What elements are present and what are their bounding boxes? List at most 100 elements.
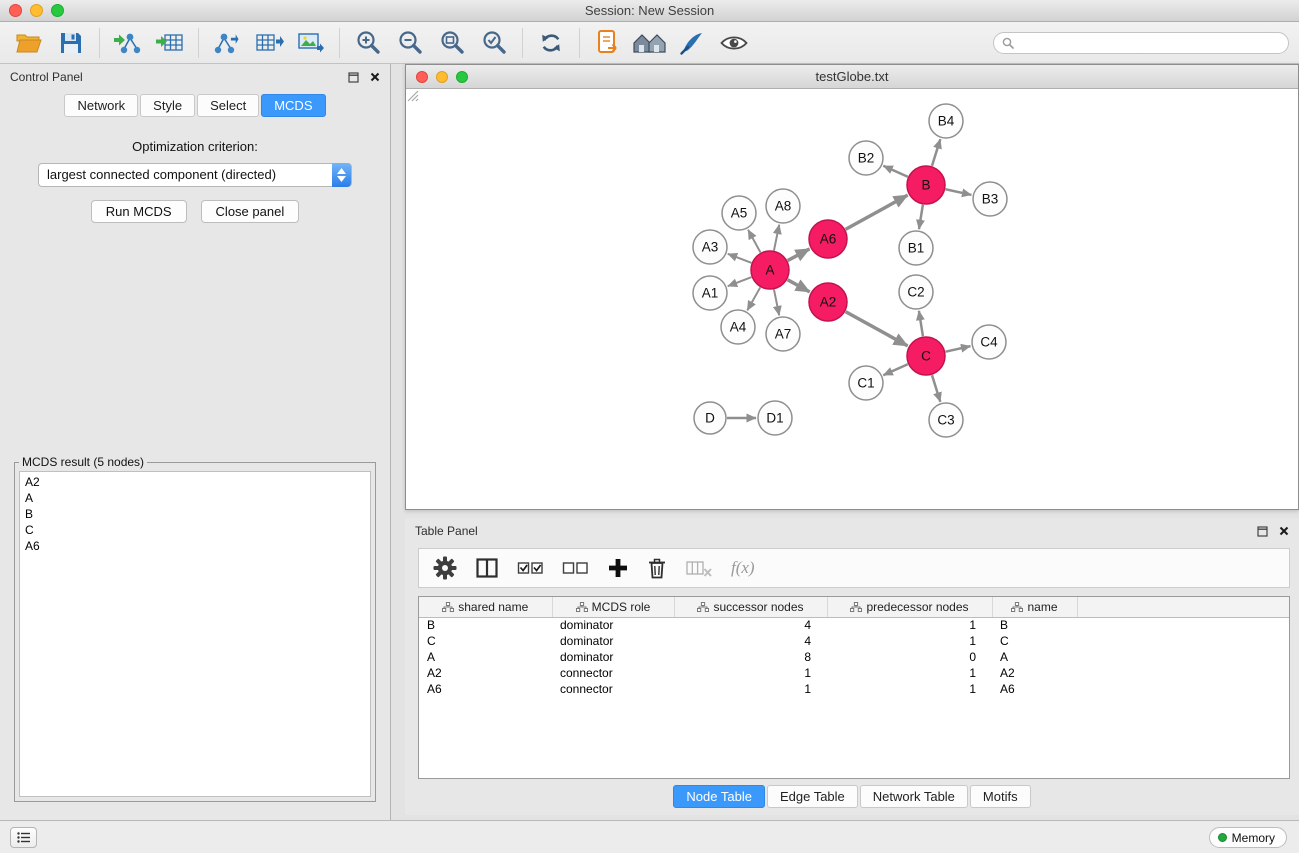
table-cell[interactable]: C bbox=[992, 633, 1077, 649]
save-icon[interactable] bbox=[50, 25, 92, 61]
tab-select[interactable]: Select bbox=[197, 94, 259, 117]
network-maximize-icon[interactable] bbox=[456, 71, 468, 83]
memory-button[interactable]: Memory bbox=[1209, 827, 1287, 848]
graph-edge-A-A1[interactable] bbox=[728, 277, 752, 286]
column-header[interactable]: successor nodes bbox=[674, 597, 827, 617]
table-row[interactable]: Adominator80A bbox=[419, 649, 1289, 665]
mcds-result-item[interactable]: A2 bbox=[20, 474, 370, 490]
table-cell[interactable]: 1 bbox=[827, 617, 992, 633]
table-cell[interactable]: dominator bbox=[552, 633, 674, 649]
network-canvas[interactable]: B4B2BB3A5A8A6B1A3AC2A1A2A4A7C4CC1C3DD1 bbox=[406, 89, 1298, 509]
column-header[interactable]: predecessor nodes bbox=[827, 597, 992, 617]
network-window-titlebar[interactable]: testGlobe.txt bbox=[406, 65, 1298, 89]
table-cell[interactable]: B bbox=[419, 617, 552, 633]
export-network-icon[interactable] bbox=[206, 25, 248, 61]
graph-edge-A6-B[interactable] bbox=[846, 195, 908, 229]
table-cell[interactable]: A2 bbox=[419, 665, 552, 681]
graph-edge-A-A8[interactable] bbox=[774, 225, 779, 251]
table-cell[interactable]: A6 bbox=[419, 681, 552, 697]
import-network-icon[interactable] bbox=[107, 25, 149, 61]
table-cell[interactable]: A6 bbox=[992, 681, 1077, 697]
export-table-icon[interactable] bbox=[248, 25, 290, 61]
minimize-window-icon[interactable] bbox=[30, 4, 43, 17]
zoom-out-icon[interactable] bbox=[389, 25, 431, 61]
table-cell[interactable]: dominator bbox=[552, 649, 674, 665]
eye-icon[interactable] bbox=[713, 25, 755, 61]
table-cell[interactable]: 0 bbox=[827, 649, 992, 665]
mcds-result-list[interactable]: A2ABCA6 bbox=[19, 471, 371, 797]
graph-edge-B-B3[interactable] bbox=[946, 189, 972, 195]
mcds-result-item[interactable]: B bbox=[20, 506, 370, 522]
close-window-icon[interactable] bbox=[9, 4, 22, 17]
network-view-icon[interactable] bbox=[587, 25, 629, 61]
network-close-icon[interactable] bbox=[416, 71, 428, 83]
tab-motifs[interactable]: Motifs bbox=[970, 785, 1031, 808]
graph-edge-A-A3[interactable] bbox=[728, 254, 752, 263]
tab-mcds[interactable]: MCDS bbox=[261, 94, 325, 117]
table-cell[interactable]: A2 bbox=[992, 665, 1077, 681]
graph-edge-A-A4[interactable] bbox=[747, 287, 760, 310]
table-cell[interactable]: 1 bbox=[674, 665, 827, 681]
add-row-icon[interactable] bbox=[607, 557, 629, 579]
table-cell[interactable]: dominator bbox=[552, 617, 674, 633]
mcds-result-item[interactable]: C bbox=[20, 522, 370, 538]
node-table[interactable]: shared nameMCDS rolesuccessor nodesprede… bbox=[418, 596, 1290, 779]
mcds-result-item[interactable]: A6 bbox=[20, 538, 370, 554]
delete-row-icon[interactable] bbox=[647, 556, 667, 580]
tab-node-table[interactable]: Node Table bbox=[673, 785, 765, 808]
table-cell[interactable]: 1 bbox=[674, 681, 827, 697]
table-cell[interactable]: 8 bbox=[674, 649, 827, 665]
tab-network[interactable]: Network bbox=[64, 94, 138, 117]
export-image-icon[interactable] bbox=[290, 25, 332, 61]
zoom-selected-icon[interactable] bbox=[473, 25, 515, 61]
table-cell[interactable]: 1 bbox=[827, 633, 992, 649]
table-row[interactable]: A6connector11A6 bbox=[419, 681, 1289, 697]
graph-edge-A-A6[interactable] bbox=[788, 249, 810, 261]
table-cell[interactable]: 4 bbox=[674, 633, 827, 649]
maximize-window-icon[interactable] bbox=[51, 4, 64, 17]
columns-icon[interactable] bbox=[475, 557, 499, 579]
graph-edge-A-A7[interactable] bbox=[774, 290, 779, 316]
column-header[interactable]: MCDS role bbox=[552, 597, 674, 617]
zoom-fit-icon[interactable] bbox=[431, 25, 473, 61]
delete-columns-icon[interactable] bbox=[685, 558, 713, 578]
graph-edge-C-C1[interactable] bbox=[883, 364, 907, 375]
float-table-panel-icon[interactable] bbox=[1257, 526, 1268, 537]
task-history-button[interactable] bbox=[10, 827, 37, 848]
table-cell[interactable]: A bbox=[419, 649, 552, 665]
paint-icon[interactable] bbox=[671, 25, 713, 61]
table-cell[interactable]: B bbox=[992, 617, 1077, 633]
tab-network-table[interactable]: Network Table bbox=[860, 785, 968, 808]
mcds-result-item[interactable]: A bbox=[20, 490, 370, 506]
select-all-icon[interactable] bbox=[517, 559, 544, 577]
graph-edge-B-B2[interactable] bbox=[883, 166, 907, 177]
function-builder-icon[interactable]: f(x) bbox=[731, 558, 755, 578]
column-header[interactable]: shared name bbox=[419, 597, 552, 617]
table-cell[interactable]: 4 bbox=[674, 617, 827, 633]
graph-edge-A2-C[interactable] bbox=[846, 312, 908, 346]
graph-edge-A-A5[interactable] bbox=[748, 230, 760, 253]
table-cell[interactable]: C bbox=[419, 633, 552, 649]
refresh-icon[interactable] bbox=[530, 25, 572, 61]
search-box[interactable] bbox=[993, 32, 1289, 54]
table-row[interactable]: Bdominator41B bbox=[419, 617, 1289, 633]
graph-edge-B-B4[interactable] bbox=[932, 139, 940, 166]
table-row[interactable]: Cdominator41C bbox=[419, 633, 1289, 649]
close-panel-icon[interactable] bbox=[370, 72, 380, 82]
table-cell[interactable]: connector bbox=[552, 665, 674, 681]
graph-edge-A-A2[interactable] bbox=[788, 280, 810, 292]
deselect-all-icon[interactable] bbox=[562, 559, 589, 577]
close-panel-button[interactable]: Close panel bbox=[201, 200, 300, 223]
optimization-criterion-dropdown[interactable]: largest connected component (directed) bbox=[38, 163, 352, 187]
tab-edge-table[interactable]: Edge Table bbox=[767, 785, 858, 808]
float-panel-icon[interactable] bbox=[348, 72, 359, 83]
import-table-icon[interactable] bbox=[149, 25, 191, 61]
resize-gripper-icon[interactable] bbox=[406, 89, 419, 102]
column-header[interactable]: name bbox=[992, 597, 1077, 617]
open-file-icon[interactable] bbox=[8, 25, 50, 61]
close-table-panel-icon[interactable] bbox=[1279, 526, 1289, 536]
tab-style[interactable]: Style bbox=[140, 94, 195, 117]
run-mcds-button[interactable]: Run MCDS bbox=[91, 200, 187, 223]
home-icon[interactable] bbox=[629, 25, 671, 61]
table-cell[interactable]: 1 bbox=[827, 681, 992, 697]
